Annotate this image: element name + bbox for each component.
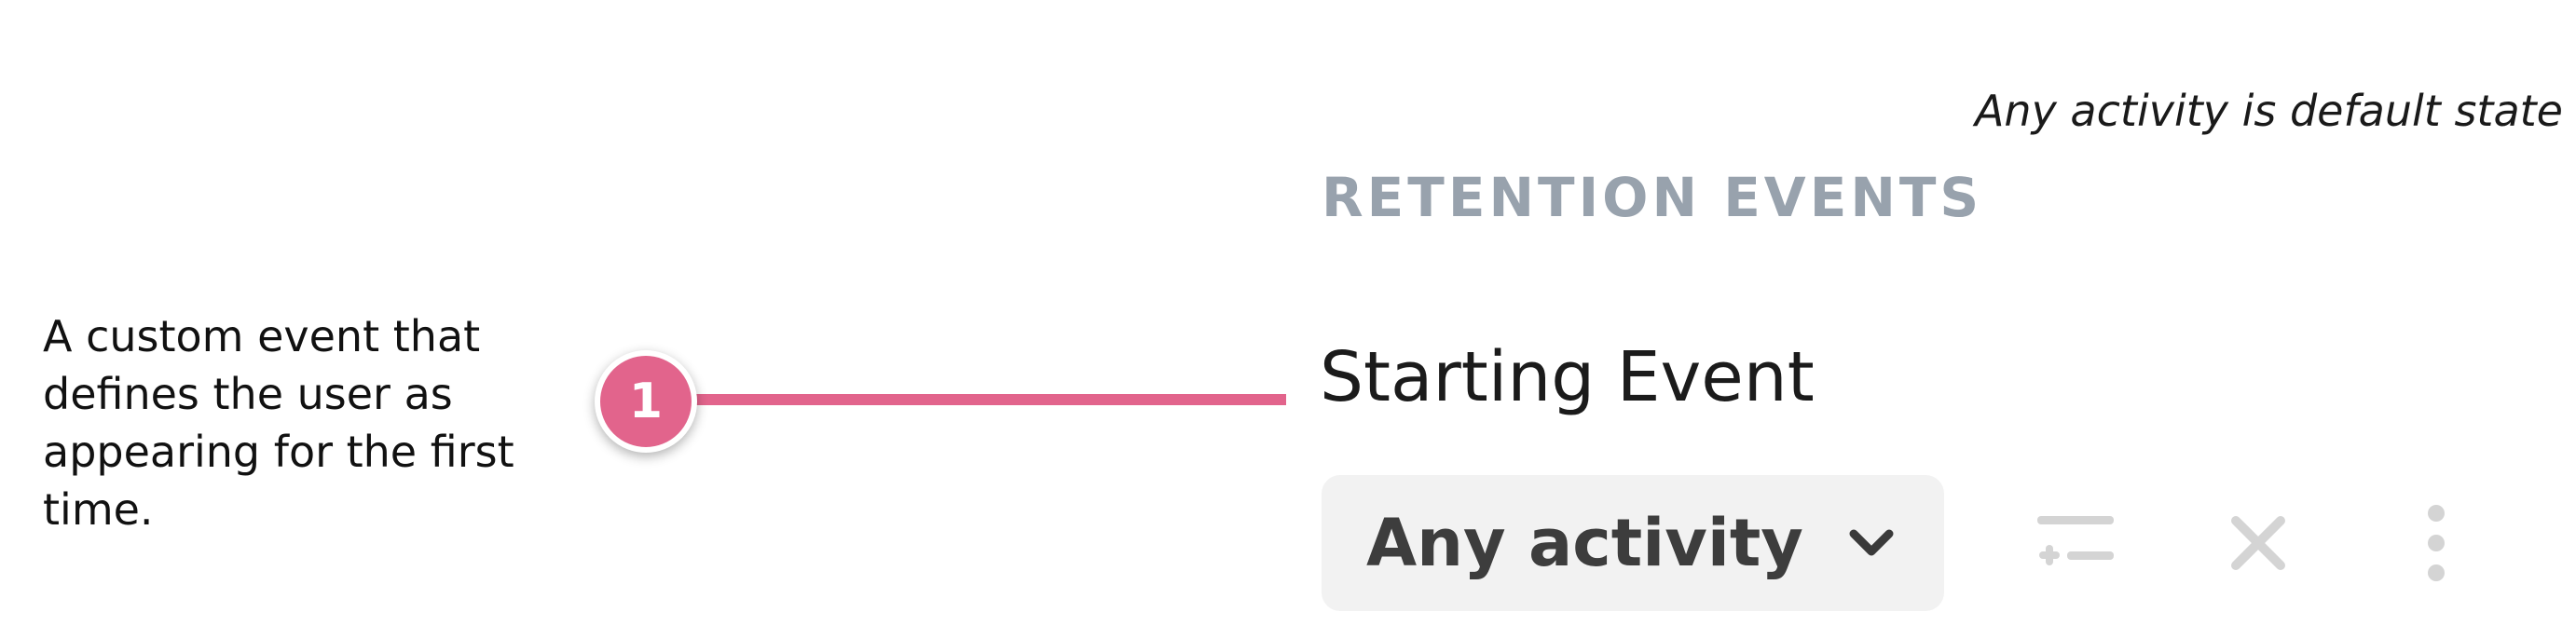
section-heading: RETENTION EVENTS: [1322, 166, 1983, 229]
callout-connector-line: [671, 394, 1286, 405]
starting-event-select[interactable]: Any activity: [1322, 475, 1944, 611]
starting-event-label: Starting Event: [1320, 337, 1815, 417]
default-state-note: Any activity is default state: [1974, 86, 2563, 136]
annotation-text: A custom event that defines the user as …: [43, 311, 514, 535]
chevron-down-icon: [1843, 524, 1899, 562]
starting-event-select-value: Any activity: [1366, 505, 1803, 581]
close-icon[interactable]: [2226, 503, 2291, 583]
add-filter-icon[interactable]: [2034, 503, 2117, 583]
more-vertical-icon[interactable]: [2418, 503, 2455, 583]
callout-badge: 1: [595, 350, 697, 453]
